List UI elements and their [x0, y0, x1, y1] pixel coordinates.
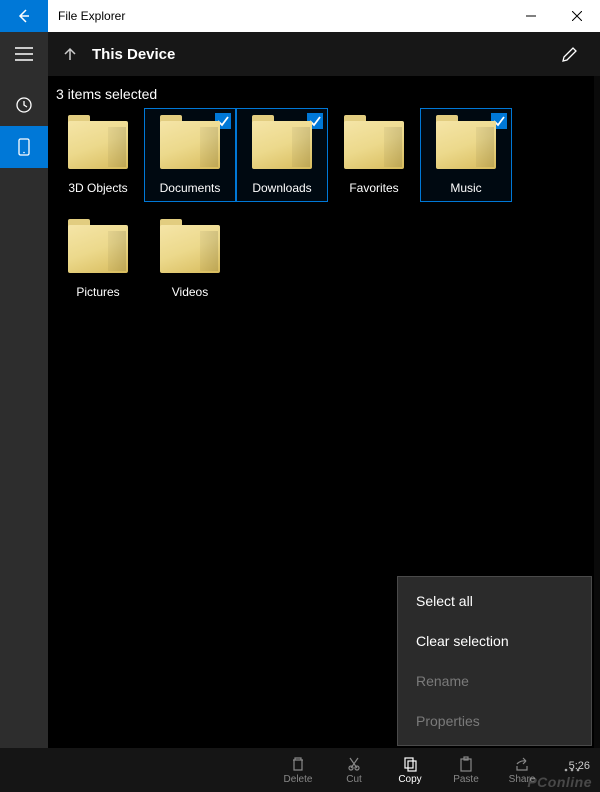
folder-item[interactable]: Videos	[144, 212, 236, 306]
device-icon	[16, 138, 32, 156]
context-menu-item: Rename	[398, 661, 591, 701]
folder-item[interactable]: 3D Objects	[52, 108, 144, 202]
hamburger-icon	[15, 47, 33, 61]
nav-rail	[0, 76, 48, 748]
ellipsis-icon	[563, 767, 581, 773]
toolbar-delete[interactable]: Delete	[270, 748, 326, 792]
toolbar-share[interactable]: Share	[494, 748, 550, 792]
menu-button[interactable]	[0, 32, 48, 76]
folder-icon	[160, 115, 220, 171]
close-icon	[572, 11, 582, 21]
folder-item[interactable]: Downloads	[236, 108, 328, 202]
folder-label: Documents	[160, 181, 221, 195]
paste-icon	[458, 756, 474, 774]
folder-item[interactable]: Music	[420, 108, 512, 202]
back-button[interactable]	[0, 0, 48, 32]
context-menu: Select allClear selectionRenamePropertie…	[397, 576, 592, 746]
folder-icon	[436, 115, 496, 171]
pencil-icon	[561, 45, 579, 63]
folder-icon	[68, 115, 128, 171]
folder-item[interactable]: Favorites	[328, 108, 420, 202]
share-icon	[514, 756, 530, 774]
folder-label: Music	[450, 181, 481, 195]
folder-icon	[160, 219, 220, 275]
folder-item[interactable]: Pictures	[52, 212, 144, 306]
toolbar-paste[interactable]: Paste	[438, 748, 494, 792]
toolbar-label: Copy	[398, 774, 421, 785]
folder-label: Videos	[172, 285, 208, 299]
context-menu-item: Properties	[398, 701, 591, 741]
more-button[interactable]	[550, 748, 594, 792]
folder-item[interactable]: Documents	[144, 108, 236, 202]
folder-grid: 3D Objects Documents Downloads Favorites Mus…	[48, 108, 594, 316]
bottom-toolbar: Delete Cut Copy Paste Share	[0, 748, 600, 792]
rail-device[interactable]	[0, 126, 48, 168]
window-controls	[508, 0, 600, 32]
folder-icon	[344, 115, 404, 171]
minimize-icon	[526, 11, 536, 21]
cut-icon	[346, 756, 362, 774]
folder-label: 3D Objects	[68, 181, 127, 195]
close-button[interactable]	[554, 0, 600, 32]
up-button[interactable]	[48, 32, 92, 76]
window-title: File Explorer	[58, 9, 508, 23]
toolbar-label: Share	[509, 774, 536, 785]
folder-label: Downloads	[252, 181, 311, 195]
edit-button[interactable]	[552, 36, 588, 72]
recent-icon	[15, 96, 33, 114]
folder-label: Pictures	[76, 285, 119, 299]
toolbar-label: Cut	[346, 774, 362, 785]
rail-recent[interactable]	[0, 84, 48, 126]
toolbar-label: Delete	[284, 774, 313, 785]
folder-label: Favorites	[349, 181, 398, 195]
folder-icon	[252, 115, 312, 171]
toolbar-cut[interactable]: Cut	[326, 748, 382, 792]
trash-icon	[290, 756, 306, 774]
context-menu-item[interactable]: Select all	[398, 581, 591, 621]
folder-icon	[68, 219, 128, 275]
selection-status: 3 items selected	[48, 76, 594, 108]
arrow-left-icon	[16, 8, 32, 24]
location-title: This Device	[92, 46, 552, 63]
arrow-up-icon	[62, 46, 78, 62]
minimize-button[interactable]	[508, 0, 554, 32]
copy-icon	[402, 756, 418, 774]
header-row: This Device	[0, 32, 600, 76]
context-menu-item[interactable]: Clear selection	[398, 621, 591, 661]
toolbar-label: Paste	[453, 774, 479, 785]
toolbar-copy[interactable]: Copy	[382, 748, 438, 792]
title-bar: File Explorer	[0, 0, 600, 32]
